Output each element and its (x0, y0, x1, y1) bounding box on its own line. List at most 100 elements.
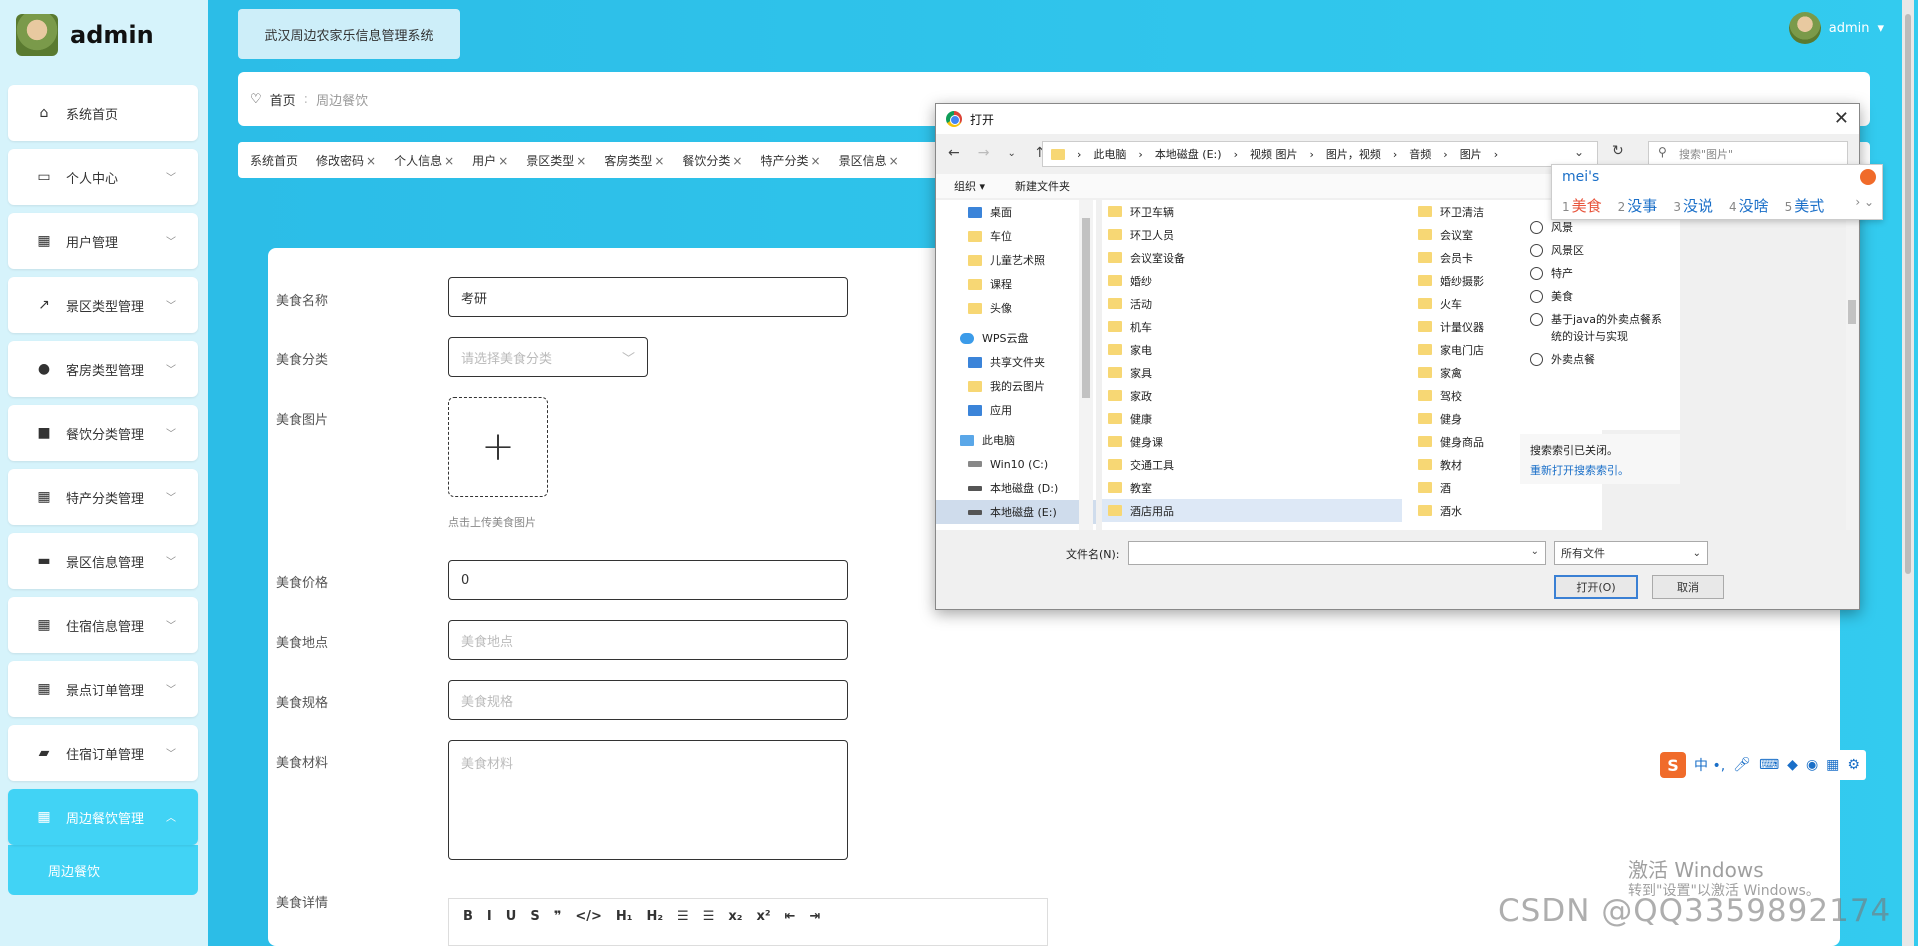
breadcrumb-home[interactable]: 首页 (270, 90, 296, 109)
open-button[interactable]: 打开(O) (1554, 575, 1638, 599)
outdent-button[interactable]: ⇤ (785, 909, 796, 924)
close-icon[interactable]: × (654, 154, 664, 168)
filename-input[interactable]: ⌄ (1128, 541, 1546, 565)
tab-food-category[interactable]: 餐饮分类 × (682, 152, 742, 169)
italic-button[interactable]: I (487, 909, 492, 924)
ime-candidate[interactable]: 5 美式 (1785, 195, 1825, 216)
tree-item[interactable]: 桌面⊸ (936, 200, 1096, 224)
file-item[interactable]: 会员卡 (1412, 246, 1484, 269)
path-segment[interactable]: 音频 (1409, 146, 1431, 162)
tree-item[interactable]: 本地磁盘 (D:) (936, 476, 1096, 500)
user-menu[interactable]: admin ▾ (1788, 12, 1884, 44)
dialog-scrollbar[interactable] (1846, 200, 1858, 530)
tree-item[interactable]: 头像 (936, 296, 1096, 320)
sidebar-subitem-food[interactable]: 周边餐饮 (8, 845, 198, 895)
file-item[interactable]: 会议室设备 (1102, 246, 1402, 269)
tree-item[interactable]: 车位 (936, 224, 1096, 248)
tree-item[interactable]: 儿童艺术照 (936, 248, 1096, 272)
organize-button[interactable]: 组织 ▾ (954, 178, 985, 194)
close-icon[interactable]: × (366, 154, 376, 168)
path-segment[interactable]: 图片，视频 (1326, 146, 1381, 162)
file-item[interactable]: 火车 (1412, 292, 1484, 315)
file-item[interactable]: 计量仪器 (1412, 315, 1484, 338)
forward-icon[interactable]: → (978, 145, 990, 161)
history-item[interactable]: 外卖点餐 (1520, 348, 1680, 371)
material-textarea[interactable]: 美食材料 (448, 740, 848, 860)
tree-item[interactable]: 共享文件夹 (936, 350, 1096, 374)
sidebar-item-users[interactable]: ▦ 用户管理 ﹀ (8, 213, 198, 269)
close-icon[interactable]: × (811, 154, 821, 168)
file-item[interactable]: 酒店用品 (1102, 499, 1402, 522)
history-item[interactable]: 美食 (1520, 285, 1680, 308)
sidebar-item-profile[interactable]: ▭ 个人中心 ﹀ (8, 149, 198, 205)
close-icon[interactable]: × (444, 154, 454, 168)
file-item[interactable]: 健康 (1102, 407, 1402, 430)
file-item[interactable]: 活动 (1102, 292, 1402, 315)
path-segment[interactable]: 本地磁盘 (E:) (1155, 146, 1222, 162)
tree-item[interactable]: 此电脑 (936, 428, 1096, 452)
ime-candidate[interactable]: 2 没事 (1618, 195, 1658, 216)
ime-candidate[interactable]: 4 没啥 (1729, 195, 1769, 216)
file-item[interactable]: 家电 (1102, 338, 1402, 361)
file-item[interactable]: 家禽 (1412, 361, 1484, 384)
ordered-list-button[interactable]: ☰ (677, 909, 689, 924)
ime-candidate[interactable]: 1 美食 (1562, 195, 1602, 216)
category-select[interactable]: 请选择美食分类 ﹀ (448, 337, 648, 377)
file-item[interactable]: 驾校 (1412, 384, 1484, 407)
sidebar-item-scenic-info[interactable]: ▬ 景区信息管理 ﹀ (8, 533, 198, 589)
close-icon[interactable]: × (732, 154, 742, 168)
bullet-list-button[interactable]: ☰ (703, 909, 715, 924)
tab-room-type[interactable]: 客房类型 × (604, 152, 664, 169)
file-item[interactable]: 会议室 (1412, 223, 1484, 246)
tab-home[interactable]: 系统首页 (250, 152, 298, 169)
file-item[interactable]: 环卫人员 (1102, 223, 1402, 246)
file-item[interactable]: 健身课 (1102, 430, 1402, 453)
sidebar-item-food-category[interactable]: ■ 餐饮分类管理 ﹀ (8, 405, 198, 461)
sidebar-item-food[interactable]: ▦ 周边餐饮管理 ︿ (8, 789, 198, 845)
path-segment[interactable]: 图片 (1460, 146, 1482, 162)
apps-icon[interactable]: ▦ (1826, 757, 1839, 773)
indent-button[interactable]: ⇥ (809, 909, 820, 924)
sidebar-item-room-type[interactable]: ● 客房类型管理 ﹀ (8, 341, 198, 397)
tab-scenic-info[interactable]: 景区信息 × (839, 152, 899, 169)
file-item[interactable]: 环卫清洁 (1412, 200, 1484, 223)
cancel-button[interactable]: 取消 (1652, 575, 1724, 599)
tree-item[interactable]: Win10 (C:) (936, 452, 1096, 476)
image-upload[interactable]: + (448, 397, 548, 497)
file-item[interactable]: 教室 (1102, 476, 1402, 499)
close-icon[interactable]: ✕ (1834, 108, 1849, 129)
tree-item[interactable]: WPS云盘 (936, 326, 1096, 350)
strike-button[interactable]: S (530, 909, 539, 924)
ime-candidate[interactable]: 3 没说 (1673, 195, 1713, 216)
refresh-icon[interactable]: ↻ (1612, 143, 1624, 159)
tab-profile[interactable]: 个人信息 × (394, 152, 454, 169)
chevron-down-icon[interactable]: ⌄ (1574, 145, 1584, 159)
price-field[interactable]: 0 (448, 560, 848, 600)
tree-scrollbar[interactable] (1079, 200, 1093, 530)
spec-field[interactable]: 美食规格 (448, 680, 848, 720)
file-item[interactable]: 婚纱摄影 (1412, 269, 1484, 292)
tree-item[interactable]: 应用 (936, 398, 1096, 422)
reopen-index-link[interactable]: 重新打开搜索索引。 (1530, 462, 1670, 478)
file-item[interactable]: 健身商品 (1412, 430, 1484, 453)
tree-item[interactable]: 课程 (936, 272, 1096, 296)
tab-scenic-type[interactable]: 景区类型 × (526, 152, 586, 169)
history-item[interactable]: 特产 (1520, 262, 1680, 285)
file-item[interactable]: 机车 (1102, 315, 1402, 338)
tab-user[interactable]: 用户 × (472, 152, 508, 169)
file-item[interactable]: 酒 (1412, 476, 1484, 499)
superscript-button[interactable]: x² (756, 909, 770, 924)
file-item[interactable]: 环卫车辆 (1102, 200, 1402, 223)
file-item[interactable]: 家电门店 (1412, 338, 1484, 361)
file-item[interactable]: 交通工具 (1102, 453, 1402, 476)
game-icon[interactable]: ◉ (1806, 757, 1818, 773)
scroll-thumb[interactable] (1848, 300, 1856, 324)
code-button[interactable]: </> (575, 909, 602, 924)
tree-item[interactable]: 我的云图片 (936, 374, 1096, 398)
tab-password[interactable]: 修改密码 × (316, 152, 376, 169)
keyboard-icon[interactable]: ⌨ (1759, 757, 1779, 773)
tab-specialty[interactable]: 特产分类 × (760, 152, 820, 169)
history-item[interactable]: 基于java的外卖点餐系统的设计与实现 (1520, 308, 1680, 348)
sidebar-item-specialty-category[interactable]: ▦ 特产分类管理 ﹀ (8, 469, 198, 525)
subscript-button[interactable]: x₂ (728, 909, 742, 924)
